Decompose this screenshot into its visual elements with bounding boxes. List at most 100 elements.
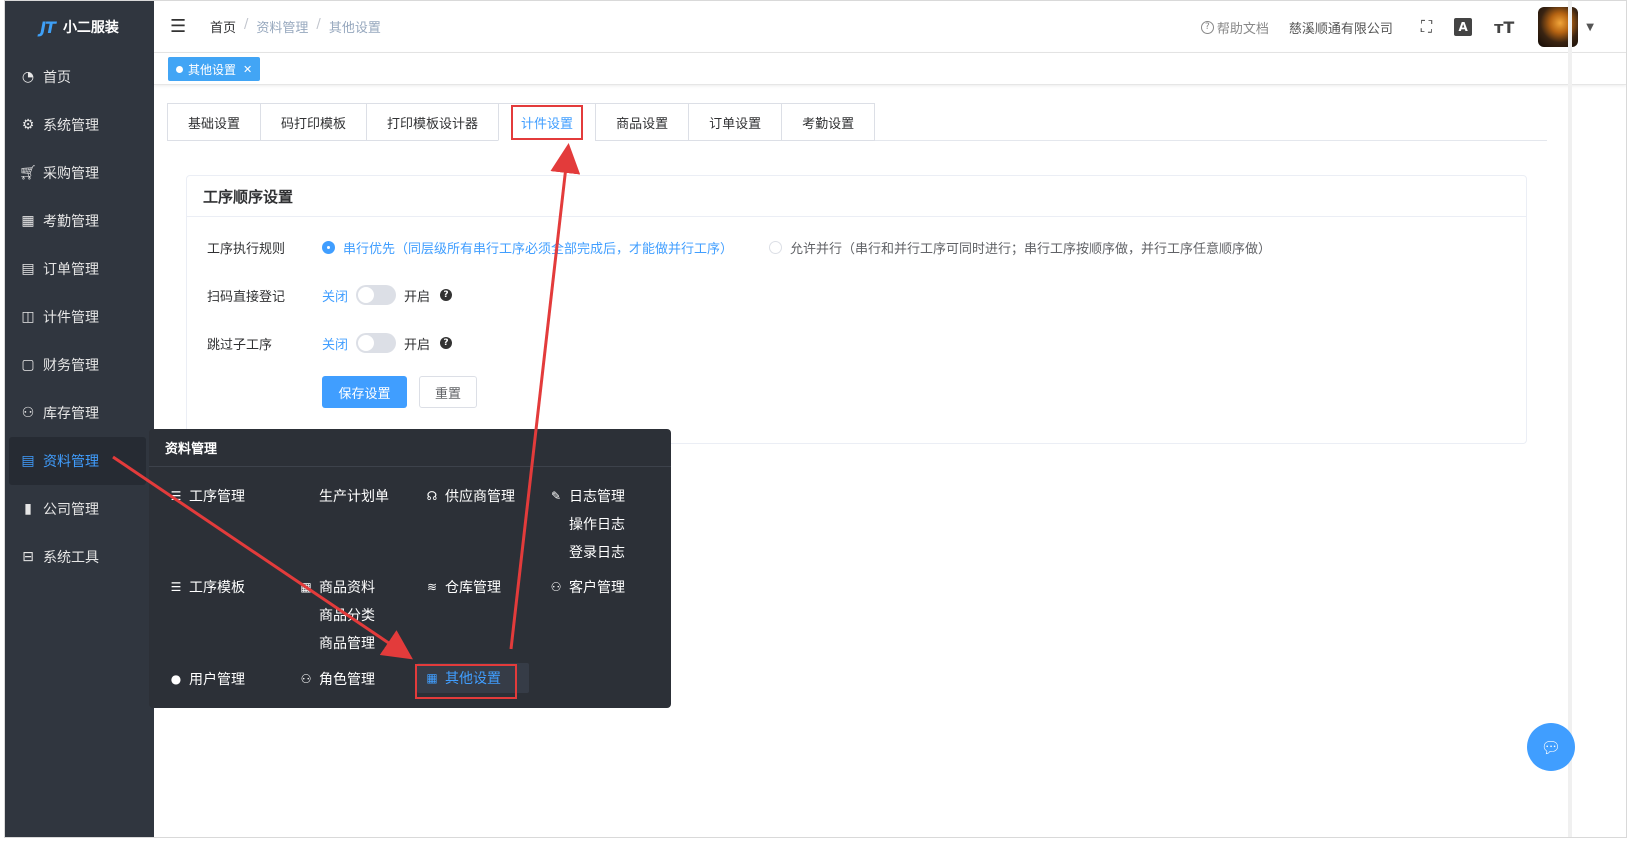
menu-item-process-template[interactable]: ☰ 工序模板 [169, 573, 245, 601]
menu-item-user-mgmt[interactable]: ● 用户管理 [169, 665, 245, 693]
menu-label: 工序管理 [189, 489, 245, 505]
switch-off-label: 关闭 [322, 289, 349, 305]
company-name[interactable]: 慈溪顺通有限公司 [1289, 18, 1393, 37]
sidebar-item-finance[interactable]: ▢ 财务管理 [5, 341, 154, 389]
menu-item-product-mgmt[interactable]: 商品管理 [299, 629, 375, 657]
menu-item-product-info[interactable]: ▦ 商品资料 [299, 573, 375, 601]
document-icon: ▤ [21, 453, 35, 469]
tab-basic-settings[interactable]: 基础设置 [167, 103, 261, 141]
menu-label: 角色管理 [319, 672, 375, 688]
switch-knob [358, 335, 375, 351]
question-circle-icon: ? [1200, 20, 1214, 34]
fullscreen-icon[interactable]: ⛶ [1421, 17, 1432, 37]
tab-order-settings[interactable]: 订单设置 [688, 103, 782, 141]
translate-icon[interactable]: A [1454, 18, 1473, 36]
menu-group-warehouse: ≋ 仓库管理 [425, 573, 501, 601]
top-navbar: ☰ 首页 / 资料管理 / 其他设置 ? 帮助文档 慈溪顺通有限公司 ⛶ A тT… [154, 1, 1626, 53]
menu-label: 生产计划单 [319, 489, 389, 505]
edit-icon: ✎ [550, 489, 562, 503]
menu-label: 客户管理 [569, 580, 625, 596]
sidebar-item-label: 财务管理 [43, 358, 99, 374]
menu-group-process: ☰ 工序管理 [169, 482, 245, 510]
scan-register-switch[interactable] [356, 285, 397, 305]
menu-item-supplier-mgmt[interactable]: ☊ 供应商管理 [425, 482, 515, 510]
sidebar-item-company[interactable]: ▮ 公司管理 [5, 485, 154, 533]
breadcrumb-separator: / [316, 17, 321, 32]
page-scrollbar[interactable] [1568, 1, 1572, 837]
sidebar-item-label: 首页 [43, 70, 71, 86]
process-order-card: 工序顺序设置 工序执行规则 串行优先（同层级所有串行工序必须全部完成后，才能做并… [186, 175, 1527, 444]
tab-piecework-settings[interactable]: 计件设置 [498, 103, 596, 141]
clipboard-icon: ▤ [21, 261, 35, 277]
tab-attendance-settings[interactable]: 考勤设置 [781, 103, 876, 141]
question-circle-icon[interactable]: ? [440, 289, 453, 301]
menu-item-log-mgmt[interactable]: ✎ 日志管理 [549, 482, 625, 510]
sidebar-item-piecework[interactable]: ◫ 计件管理 [5, 293, 154, 341]
font-size-icon[interactable]: тT [1494, 18, 1514, 37]
users-icon: ⚇ [300, 672, 312, 686]
bar-chart-icon: ▮ [24, 501, 32, 517]
sidebar-item-purchase[interactable]: 🛒︎ 采购管理 [5, 149, 154, 197]
help-docs-link[interactable]: ? 帮助文档 [1200, 18, 1269, 37]
tag-other-settings[interactable]: 其他设置 ✕ [168, 57, 261, 81]
menu-label: 日志管理 [569, 489, 625, 505]
radio-serial-first[interactable]: 串行优先（同层级所有串行工序必须全部完成后，才能做并行工序） [322, 238, 733, 257]
tab-label: 打印模板设计器 [387, 116, 479, 132]
sidebar-item-attendance[interactable]: ▦ 考勤管理 [5, 197, 154, 245]
flyout-title: 资料管理 [149, 429, 671, 467]
reset-button[interactable]: 重置 [419, 376, 477, 408]
settings-tabs: 基础设置 码打印模板 打印模板设计器 计件设置 商品设置 订单设置 考勤设置 [167, 103, 1547, 141]
tab-code-print-template[interactable]: 码打印模板 [260, 103, 367, 141]
rule-label: 工序执行规则 [207, 241, 286, 257]
scan-label: 扫码直接登记 [207, 289, 286, 305]
chat-support-button[interactable]: 💬︎ [1527, 723, 1575, 771]
radio-checked-icon [322, 240, 335, 254]
skip-subprocess-switch[interactable] [356, 333, 397, 353]
menu-item-login-log[interactable]: 登录日志 [549, 538, 625, 566]
chat-bubble-icon: 💬︎ [1540, 737, 1562, 757]
skip-subprocess-row: 跳过子工序 关闭 开启 ? [207, 328, 453, 358]
save-settings-button[interactable]: 保存设置 [322, 376, 407, 408]
menu-label: 商品分类 [319, 608, 375, 624]
list-icon: ☰ [170, 580, 182, 594]
tab-product-settings[interactable]: 商品设置 [595, 103, 689, 141]
master-data-flyout-menu: 资料管理 ☰ 工序管理 生产计划单 ☊ 供应商管理 ✎ 日志管理 操作日志 登录日志 … [149, 429, 671, 708]
menu-item-op-log[interactable]: 操作日志 [549, 510, 625, 538]
menu-item-customer-mgmt[interactable]: ⚇ 客户管理 [549, 573, 625, 601]
sidebar-nav: ◔ 首页 ⚙ 系统管理 🛒︎ 采购管理 ▦ 考勤管理 ▤ 订单管理 ◫ 计件管理 ▢ 财务管理… [5, 53, 154, 581]
radio-label: 允许并行（串行和并行工序可同时进行；串行工序按顺序做，并行工序任意顺序做） [790, 241, 1272, 257]
switch-on-label: 开启 [404, 337, 431, 353]
scan-register-row: 扫码直接登记 关闭 开启 ? [207, 280, 453, 310]
close-icon[interactable]: ✕ [243, 63, 252, 76]
sidebar-item-system[interactable]: ⚙ 系统管理 [5, 101, 154, 149]
app-logo[interactable]: JT 小二服装 [5, 1, 154, 53]
radio-unchecked-icon [769, 240, 783, 254]
breadcrumb: 首页 / 资料管理 / 其他设置 [210, 17, 381, 36]
menu-item-production-plan[interactable]: 生产计划单 [299, 482, 389, 510]
sidebar-toggle-icon[interactable]: ☰ [170, 16, 190, 37]
menu-group-template: ☰ 工序模板 [169, 573, 245, 601]
avatar[interactable] [1538, 7, 1579, 47]
menu-group-customer: ⚇ 客户管理 [549, 573, 625, 601]
sidebar: JT 小二服装 ◔ 首页 ⚙ 系统管理 🛒︎ 采购管理 ▦ 考勤管理 ▤ 订单管理 ◫ 计件… [5, 1, 154, 837]
gear-icon: ⚙ [21, 117, 35, 133]
breadcrumb-item[interactable]: 首页 [210, 17, 236, 36]
sidebar-item-master-data[interactable]: ▤ 资料管理 [9, 437, 146, 485]
menu-item-product-category[interactable]: 商品分类 [299, 601, 375, 629]
sidebar-item-inventory[interactable]: ⚇ 库存管理 [5, 389, 154, 437]
grid-icon: ▦ [300, 580, 312, 594]
toolbox-icon: ⊟ [22, 549, 34, 565]
radio-allow-parallel[interactable]: 允许并行（串行和并行工序可同时进行；串行工序按顺序做，并行工序任意顺序做） [769, 238, 1271, 257]
tab-print-template-designer[interactable]: 打印模板设计器 [366, 103, 499, 141]
menu-item-process-mgmt[interactable]: ☰ 工序管理 [169, 482, 245, 510]
sidebar-item-orders[interactable]: ▤ 订单管理 [5, 245, 154, 293]
sidebar-item-tools[interactable]: ⊟ 系统工具 [5, 533, 154, 581]
caret-down-icon[interactable]: ▼ [1586, 22, 1594, 33]
menu-item-warehouse-mgmt[interactable]: ≋ 仓库管理 [425, 573, 501, 601]
menu-group-product: ▦ 商品资料 商品分类 商品管理 [299, 573, 375, 657]
question-circle-icon[interactable]: ? [440, 337, 453, 349]
app-window: JT 小二服装 ◔ 首页 ⚙ 系统管理 🛒︎ 采购管理 ▦ 考勤管理 ▤ 订单管理 ◫ 计件… [4, 0, 1627, 838]
skip-label: 跳过子工序 [207, 337, 273, 353]
menu-item-role-mgmt[interactable]: ⚇ 角色管理 [299, 665, 375, 693]
sidebar-item-home[interactable]: ◔ 首页 [5, 53, 154, 101]
